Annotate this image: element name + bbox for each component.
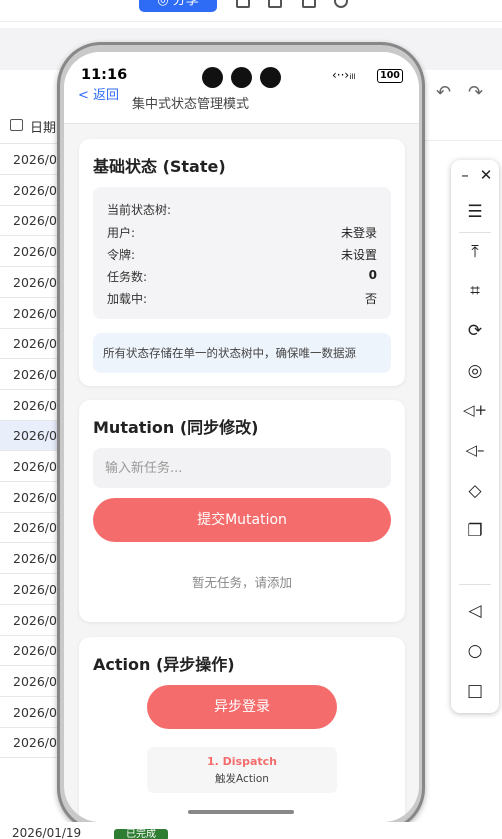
camera-dot: [202, 67, 223, 88]
status-badge: 已完成: [114, 829, 168, 839]
app-top-bar: [0, 0, 502, 22]
state-row-label: 用户:: [107, 226, 136, 240]
recents-nav-icon[interactable]: □: [451, 681, 499, 701]
async-login-button[interactable]: 异步登录: [147, 685, 337, 729]
toolbar-icon[interactable]: [302, 0, 316, 8]
flow-step-desc: 触发Action: [215, 773, 269, 785]
page-subtitle: 集中式状态管理模式: [132, 97, 250, 112]
camera-dot: [260, 67, 281, 88]
flow-step-title: 1. Dispatch: [206, 755, 278, 768]
state-row-value: 未设置: [340, 248, 377, 262]
commit-mutation-button[interactable]: 提交Mutation: [93, 498, 391, 542]
divider: [459, 232, 491, 233]
back-button[interactable]: < 返回: [78, 84, 119, 103]
flow-step-box: 1. Dispatch 触发Action: [147, 747, 337, 793]
state-tree-box: 当前状态树: 用户: 未登录 令牌: 未设置 任务数: 0 加载中: 否: [93, 187, 391, 319]
crop-icon[interactable]: ⌗: [451, 281, 499, 301]
toolbar-icon[interactable]: [268, 0, 282, 8]
share-label: 分享: [172, 0, 199, 8]
share-button[interactable]: ◎ 分享: [139, 0, 217, 12]
calendar-icon: [10, 119, 23, 131]
camera-dot: [231, 67, 252, 88]
mutation-card-title: Mutation (同步修改): [93, 418, 259, 437]
state-note: 所有状态存储在单一的状态树中，确保唯一数据源: [93, 333, 391, 373]
scroll-top-icon[interactable]: ⤒: [451, 242, 499, 262]
state-row-value: 未登录: [340, 226, 377, 240]
divider: [424, 140, 502, 141]
status-time: 11:16: [81, 67, 128, 83]
phone-screen: 11:16 ‹··›ᵢₗₗ 100 < 返回 集中式状态管理模式 基础状态 (S…: [64, 52, 419, 822]
home-indicator[interactable]: [188, 810, 294, 814]
state-row-value: 0: [368, 268, 377, 282]
close-icon[interactable]: ✕: [462, 166, 502, 184]
back-nav-icon[interactable]: ◁: [451, 601, 499, 621]
screenshot-tool-panel: – ✕ ☰ ⤒ ⌗ ⟳ ◎ ◁+ ◁– ◇ ❐ ◁ ○ □: [451, 160, 499, 713]
date-header-label: 日期: [30, 121, 57, 136]
toolbar-icon[interactable]: [236, 0, 250, 8]
state-row-label: 令牌:: [107, 248, 136, 262]
state-card: 基础状态 (State) 当前状态树: 用户: 未登录 令牌: 未设置 任务数:…: [79, 139, 405, 386]
action-card: Action (异步操作) 异步登录 1. Dispatch 触发Action: [79, 637, 405, 822]
empty-tasks-text: 暂无任务，请添加: [191, 575, 292, 590]
divider: [459, 584, 491, 585]
shake-icon[interactable]: ◇: [451, 481, 499, 501]
state-card-title: 基础状态 (State): [93, 157, 226, 176]
mutation-card: Mutation (同步修改) 提交Mutation 暂无任务，请添加: [79, 400, 405, 622]
rotate-icon[interactable]: ⟳: [451, 321, 499, 341]
undo-icon[interactable]: ↶: [436, 82, 451, 103]
home-nav-icon[interactable]: ○: [451, 641, 499, 661]
state-row-label: 任务数:: [107, 270, 148, 284]
signal-icon: ‹··›ᵢₗₗ: [332, 68, 356, 82]
copy-icon[interactable]: ❐: [451, 521, 499, 541]
redo-icon[interactable]: ↷: [468, 82, 483, 103]
volume-down-icon[interactable]: ◁–: [451, 441, 499, 459]
state-tree-label: 当前状态树:: [107, 203, 172, 217]
volume-up-icon[interactable]: ◁+: [451, 401, 499, 419]
action-card-title: Action (异步操作): [93, 655, 235, 674]
state-row-label: 加载中:: [107, 292, 148, 306]
state-row-value: 否: [364, 292, 377, 306]
task-input[interactable]: [93, 448, 391, 488]
screenshot-icon[interactable]: ◎: [451, 361, 499, 381]
date-cell: 2026/01/19: [12, 826, 82, 839]
battery-indicator: 100: [377, 69, 403, 83]
menu-icon[interactable]: ☰: [451, 202, 499, 222]
